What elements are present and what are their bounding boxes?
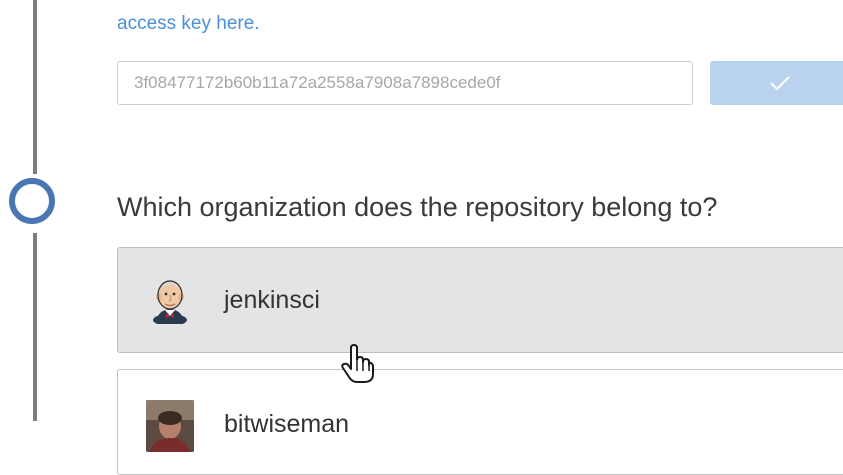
jenkins-butler-avatar [146, 276, 194, 324]
organization-question: Which organization does the repository b… [117, 192, 718, 222]
step-circle-icon [9, 178, 55, 224]
org-item-jenkinsci[interactable]: jenkinsci [117, 247, 843, 353]
access-key-input[interactable] [117, 61, 693, 105]
access-key-link[interactable]: access key here. [117, 13, 260, 35]
confirm-button[interactable] [710, 61, 843, 105]
step-rail-top [33, 0, 37, 174]
user-photo-avatar [146, 400, 194, 452]
checkmark-icon [770, 76, 790, 91]
org-name: bitwiseman [224, 410, 350, 438]
org-item-bitwiseman[interactable]: bitwiseman [117, 369, 843, 475]
org-name: jenkinsci [224, 285, 320, 314]
step-rail-bottom [33, 233, 37, 421]
